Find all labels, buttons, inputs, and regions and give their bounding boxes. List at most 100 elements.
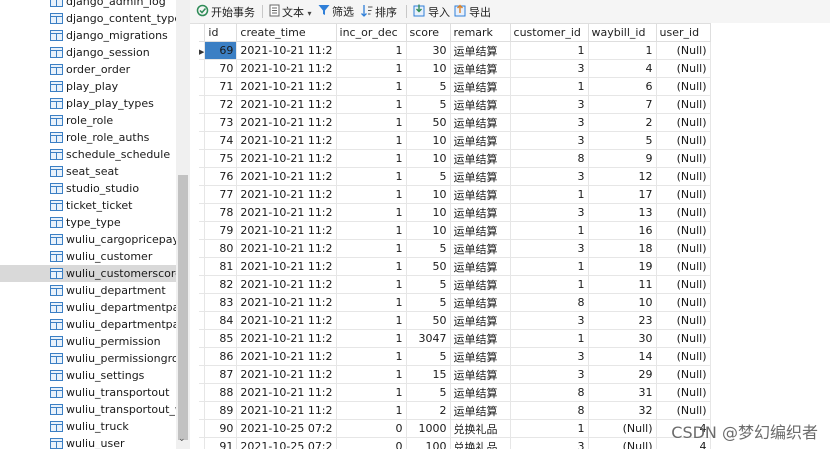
cell-id[interactable]: 70 bbox=[204, 59, 238, 78]
cell-waybill-id[interactable]: 23 bbox=[587, 311, 657, 330]
cell-remark[interactable]: 运单结算 bbox=[449, 113, 511, 132]
cell-waybill-id[interactable]: (Null) bbox=[587, 419, 657, 438]
cell-customer-id[interactable]: 3 bbox=[509, 347, 589, 366]
cell-inc-or-dec[interactable]: 1 bbox=[335, 239, 407, 258]
cell-score[interactable]: 5 bbox=[405, 239, 451, 258]
cell-id[interactable]: 78 bbox=[204, 203, 238, 222]
cell-waybill-id[interactable]: 14 bbox=[587, 347, 657, 366]
sort-button[interactable]: 排序 bbox=[361, 4, 397, 20]
cell-inc-or-dec[interactable]: 1 bbox=[335, 113, 407, 132]
cell-create-time[interactable]: 2021-10-21 11:2 bbox=[236, 185, 337, 204]
cell-create-time[interactable]: 2021-10-21 11:2 bbox=[236, 113, 337, 132]
cell-remark[interactable]: 运单结算 bbox=[449, 275, 511, 294]
cell-customer-id[interactable]: 8 bbox=[509, 383, 589, 402]
cell-customer-id[interactable]: 8 bbox=[509, 293, 589, 312]
cell-create-time[interactable]: 2021-10-21 11:2 bbox=[236, 167, 337, 186]
cell-remark[interactable]: 运单结算 bbox=[449, 95, 511, 114]
table-row[interactable]: 72 2021-10-21 11:2 1 5 运单结算 3 7 (Null) bbox=[199, 95, 711, 114]
cell-remark[interactable]: 运单结算 bbox=[449, 239, 511, 258]
cell-remark[interactable]: 运单结算 bbox=[449, 257, 511, 276]
cell-id[interactable]: 82 bbox=[204, 275, 238, 294]
cell-inc-or-dec[interactable]: 1 bbox=[335, 329, 407, 348]
cell-waybill-id[interactable]: 2 bbox=[587, 113, 657, 132]
sidebar-table-item[interactable]: django_admin_log bbox=[0, 0, 176, 10]
import-button[interactable]: 导入 bbox=[413, 4, 450, 20]
cell-create-time[interactable]: 2021-10-21 11:2 bbox=[236, 293, 337, 312]
cell-customer-id[interactable]: 3 bbox=[509, 311, 589, 330]
cell-score[interactable]: 50 bbox=[405, 257, 451, 276]
cell-create-time[interactable]: 2021-10-21 11:2 bbox=[236, 365, 337, 384]
sidebar-table-item[interactable]: studio_studio bbox=[0, 180, 176, 197]
table-row[interactable]: ▶ 69 2021-10-21 11:2 1 30 运单结算 1 1 (Null) bbox=[199, 41, 711, 60]
cell-remark[interactable]: 运单结算 bbox=[449, 41, 511, 60]
column-header-remark[interactable]: remark bbox=[449, 23, 511, 42]
column-header-customer-id[interactable]: customer_id bbox=[509, 23, 589, 42]
cell-create-time[interactable]: 2021-10-21 11:2 bbox=[236, 95, 337, 114]
cell-waybill-id[interactable]: 4 bbox=[587, 59, 657, 78]
cell-customer-id[interactable]: 3 bbox=[509, 95, 589, 114]
cell-id[interactable]: 69 bbox=[204, 41, 238, 60]
cell-score[interactable]: 5 bbox=[405, 167, 451, 186]
cell-waybill-id[interactable]: 31 bbox=[587, 383, 657, 402]
cell-user-id[interactable]: (Null) bbox=[655, 347, 711, 366]
cell-user-id[interactable]: (Null) bbox=[655, 149, 711, 168]
cell-waybill-id[interactable]: 5 bbox=[587, 131, 657, 150]
cell-score[interactable]: 2 bbox=[405, 401, 451, 420]
cell-id[interactable]: 87 bbox=[204, 365, 238, 384]
cell-score[interactable]: 50 bbox=[405, 311, 451, 330]
cell-waybill-id[interactable]: 11 bbox=[587, 275, 657, 294]
sidebar-table-item[interactable]: wuliu_transportout_w bbox=[0, 401, 176, 418]
column-header-user-id[interactable]: user_id bbox=[655, 23, 711, 42]
cell-score[interactable]: 5 bbox=[405, 95, 451, 114]
cell-customer-id[interactable]: 3 bbox=[509, 59, 589, 78]
cell-inc-or-dec[interactable]: 1 bbox=[335, 221, 407, 240]
cell-inc-or-dec[interactable]: 1 bbox=[335, 293, 407, 312]
cell-remark[interactable]: 运单结算 bbox=[449, 221, 511, 240]
cell-inc-or-dec[interactable]: 1 bbox=[335, 203, 407, 222]
table-row[interactable]: 75 2021-10-21 11:2 1 10 运单结算 8 9 (Null) bbox=[199, 149, 711, 168]
cell-create-time[interactable]: 2021-10-21 11:2 bbox=[236, 239, 337, 258]
cell-inc-or-dec[interactable]: 1 bbox=[335, 401, 407, 420]
sidebar-table-item[interactable]: wuliu_permissiongrou bbox=[0, 350, 176, 367]
cell-waybill-id[interactable]: 9 bbox=[587, 149, 657, 168]
sidebar-scrollbar[interactable]: ⌄ bbox=[176, 0, 190, 449]
cell-waybill-id[interactable]: (Null) bbox=[587, 437, 657, 449]
cell-remark[interactable]: 运单结算 bbox=[449, 167, 511, 186]
cell-remark[interactable]: 运单结算 bbox=[449, 77, 511, 96]
table-row[interactable]: 76 2021-10-21 11:2 1 5 运单结算 3 12 (Null) bbox=[199, 167, 711, 186]
cell-user-id[interactable]: (Null) bbox=[655, 257, 711, 276]
cell-customer-id[interactable]: 1 bbox=[509, 257, 589, 276]
cell-create-time[interactable]: 2021-10-21 11:2 bbox=[236, 77, 337, 96]
table-row[interactable]: 80 2021-10-21 11:2 1 5 运单结算 3 18 (Null) bbox=[199, 239, 711, 258]
cell-inc-or-dec[interactable]: 1 bbox=[335, 131, 407, 150]
cell-remark[interactable]: 运单结算 bbox=[449, 401, 511, 420]
cell-score[interactable]: 10 bbox=[405, 203, 451, 222]
cell-remark[interactable]: 运单结算 bbox=[449, 293, 511, 312]
cell-inc-or-dec[interactable]: 1 bbox=[335, 257, 407, 276]
cell-inc-or-dec[interactable]: 1 bbox=[335, 77, 407, 96]
column-header-score[interactable]: score bbox=[405, 23, 451, 42]
column-header-id[interactable]: id bbox=[204, 23, 238, 42]
cell-user-id[interactable]: (Null) bbox=[655, 383, 711, 402]
cell-customer-id[interactable]: 8 bbox=[509, 401, 589, 420]
cell-id[interactable]: 83 bbox=[204, 293, 238, 312]
cell-user-id[interactable]: (Null) bbox=[655, 365, 711, 384]
cell-score[interactable]: 5 bbox=[405, 347, 451, 366]
cell-id[interactable]: 86 bbox=[204, 347, 238, 366]
cell-customer-id[interactable]: 1 bbox=[509, 419, 589, 438]
sidebar-table-item[interactable]: schedule_schedule bbox=[0, 146, 176, 163]
cell-score[interactable]: 10 bbox=[405, 221, 451, 240]
sidebar-table-item[interactable]: wuliu_truck bbox=[0, 418, 176, 435]
cell-remark[interactable]: 运单结算 bbox=[449, 329, 511, 348]
cell-create-time[interactable]: 2021-10-21 11:2 bbox=[236, 41, 337, 60]
cell-remark[interactable]: 运单结算 bbox=[449, 311, 511, 330]
table-row[interactable]: 79 2021-10-21 11:2 1 10 运单结算 1 16 (Null) bbox=[199, 221, 711, 240]
cell-customer-id[interactable]: 1 bbox=[509, 275, 589, 294]
table-row[interactable]: 81 2021-10-21 11:2 1 50 运单结算 1 19 (Null) bbox=[199, 257, 711, 276]
cell-waybill-id[interactable]: 17 bbox=[587, 185, 657, 204]
cell-id[interactable]: 79 bbox=[204, 221, 238, 240]
sidebar-table-item[interactable]: wuliu_departmentpay bbox=[0, 316, 176, 333]
sidebar-table-item[interactable]: wuliu_settings bbox=[0, 367, 176, 384]
cell-waybill-id[interactable]: 16 bbox=[587, 221, 657, 240]
cell-create-time[interactable]: 2021-10-21 11:2 bbox=[236, 149, 337, 168]
